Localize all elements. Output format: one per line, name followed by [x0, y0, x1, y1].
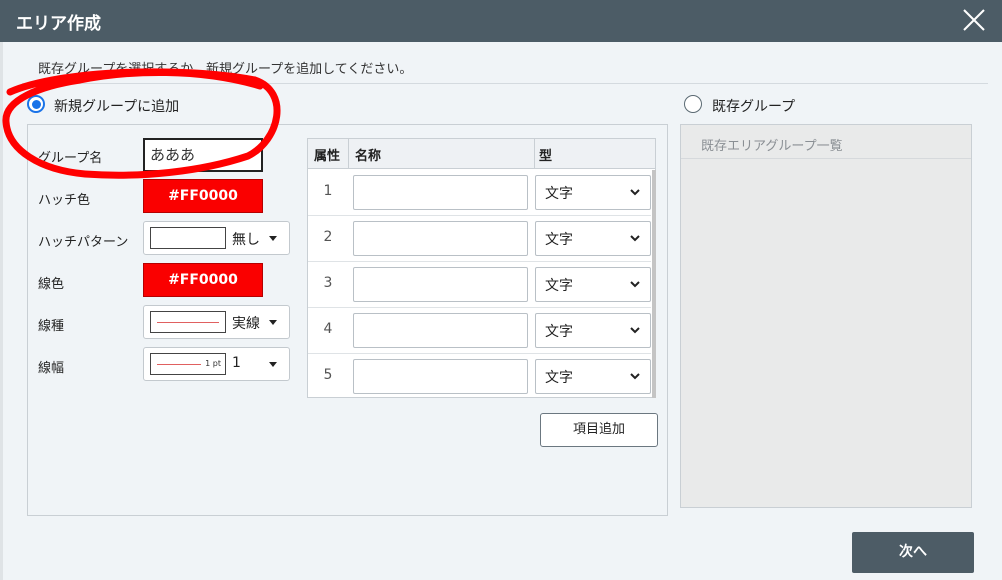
- attribute-type-value: 文字: [545, 370, 573, 386]
- existing-group-list: 既存エリアグループ一覧: [680, 124, 972, 508]
- attribute-type-value: 文字: [545, 324, 573, 340]
- new-group-radio[interactable]: [27, 95, 45, 113]
- table-row: 1 文字: [308, 170, 651, 216]
- hatch-pattern-label: ハッチパターン: [38, 235, 129, 250]
- hatch-pattern-value: 無し: [232, 232, 260, 248]
- next-button[interactable]: 次へ: [852, 532, 974, 573]
- line-width-value: 1: [232, 355, 241, 371]
- existing-group-radio-label[interactable]: 既存グループ: [712, 96, 795, 116]
- line-width-unit: 1 pt: [205, 359, 221, 368]
- window-edge: [0, 42, 3, 580]
- line-width-label: 線幅: [38, 361, 65, 376]
- attribute-type-select[interactable]: 文字: [535, 359, 651, 394]
- group-name-label: グループ名: [38, 151, 103, 166]
- chevron-down-icon: [630, 373, 640, 380]
- hatch-color-button[interactable]: #FF0000: [143, 179, 263, 213]
- attribute-type-value: 文字: [545, 186, 573, 202]
- attribute-type-value: 文字: [545, 278, 573, 294]
- instruction-text: 既存グループを選択するか、新規グループを追加してください。: [38, 62, 413, 77]
- chevron-down-icon: [630, 281, 640, 288]
- line-width-select[interactable]: 1 pt 1: [143, 347, 290, 381]
- chevron-down-icon: [269, 320, 277, 325]
- line-type-preview: [150, 311, 226, 333]
- table-header: 属性 名称 型: [308, 139, 655, 169]
- existing-group-list-header: 既存エリアグループ一覧: [681, 125, 971, 159]
- line-color-button[interactable]: #FF0000: [143, 263, 263, 297]
- attribute-name-input[interactable]: [353, 175, 528, 210]
- row-index: 3: [323, 275, 333, 291]
- table-row: 4 文字: [308, 308, 651, 354]
- chevron-down-icon: [630, 235, 640, 242]
- hatch-pattern-preview: [150, 227, 226, 249]
- chevron-down-icon: [630, 327, 640, 334]
- close-icon[interactable]: [958, 4, 990, 36]
- attributes-table: 属性 名称 型 1 文字 2 文字 3 文字 4 文字 5 文字: [307, 138, 656, 398]
- row-index: 5: [323, 367, 333, 383]
- attribute-type-select[interactable]: 文字: [535, 221, 651, 256]
- line-type-value: 実線: [232, 316, 260, 332]
- attribute-type-select[interactable]: 文字: [535, 313, 651, 348]
- table-row: 5 文字: [308, 354, 651, 400]
- dialog-title-bar: エリア作成: [0, 0, 1002, 42]
- line-color-label: 線色: [38, 277, 65, 292]
- row-index: 4: [323, 321, 333, 337]
- table-row: 3 文字: [308, 262, 651, 308]
- hatch-color-label: ハッチ色: [38, 193, 91, 208]
- row-index: 1: [323, 183, 333, 199]
- attribute-name-input[interactable]: [353, 221, 528, 256]
- line-type-select[interactable]: 実線: [143, 305, 290, 339]
- line-width-preview: 1 pt: [150, 353, 226, 375]
- existing-group-radio[interactable]: [684, 95, 702, 113]
- attribute-name-input[interactable]: [353, 359, 528, 394]
- attribute-name-input[interactable]: [353, 313, 528, 348]
- chevron-down-icon: [269, 362, 277, 367]
- attribute-type-select[interactable]: 文字: [535, 175, 651, 210]
- new-group-radio-label[interactable]: 新規グループに追加: [54, 96, 179, 116]
- line-type-label: 線種: [38, 319, 65, 334]
- hatch-pattern-select[interactable]: 無し: [143, 221, 290, 255]
- table-row: 2 文字: [308, 216, 651, 262]
- group-name-input[interactable]: あああ: [143, 138, 263, 172]
- chevron-down-icon: [269, 236, 277, 241]
- chevron-down-icon: [630, 189, 640, 196]
- column-header-type: 型: [539, 149, 553, 164]
- column-header-name: 名称: [355, 149, 382, 164]
- attribute-type-select[interactable]: 文字: [535, 267, 651, 302]
- existing-group-list-title: 既存エリアグループ一覧: [701, 139, 843, 154]
- dialog-title: エリア作成: [16, 14, 101, 34]
- row-index: 2: [323, 229, 333, 245]
- table-scrollbar[interactable]: [652, 170, 656, 398]
- divider: [22, 83, 988, 84]
- attribute-name-input[interactable]: [353, 267, 528, 302]
- attribute-type-value: 文字: [545, 232, 573, 248]
- add-item-button[interactable]: 項目追加: [540, 413, 658, 447]
- column-header-attribute: 属性: [314, 149, 341, 164]
